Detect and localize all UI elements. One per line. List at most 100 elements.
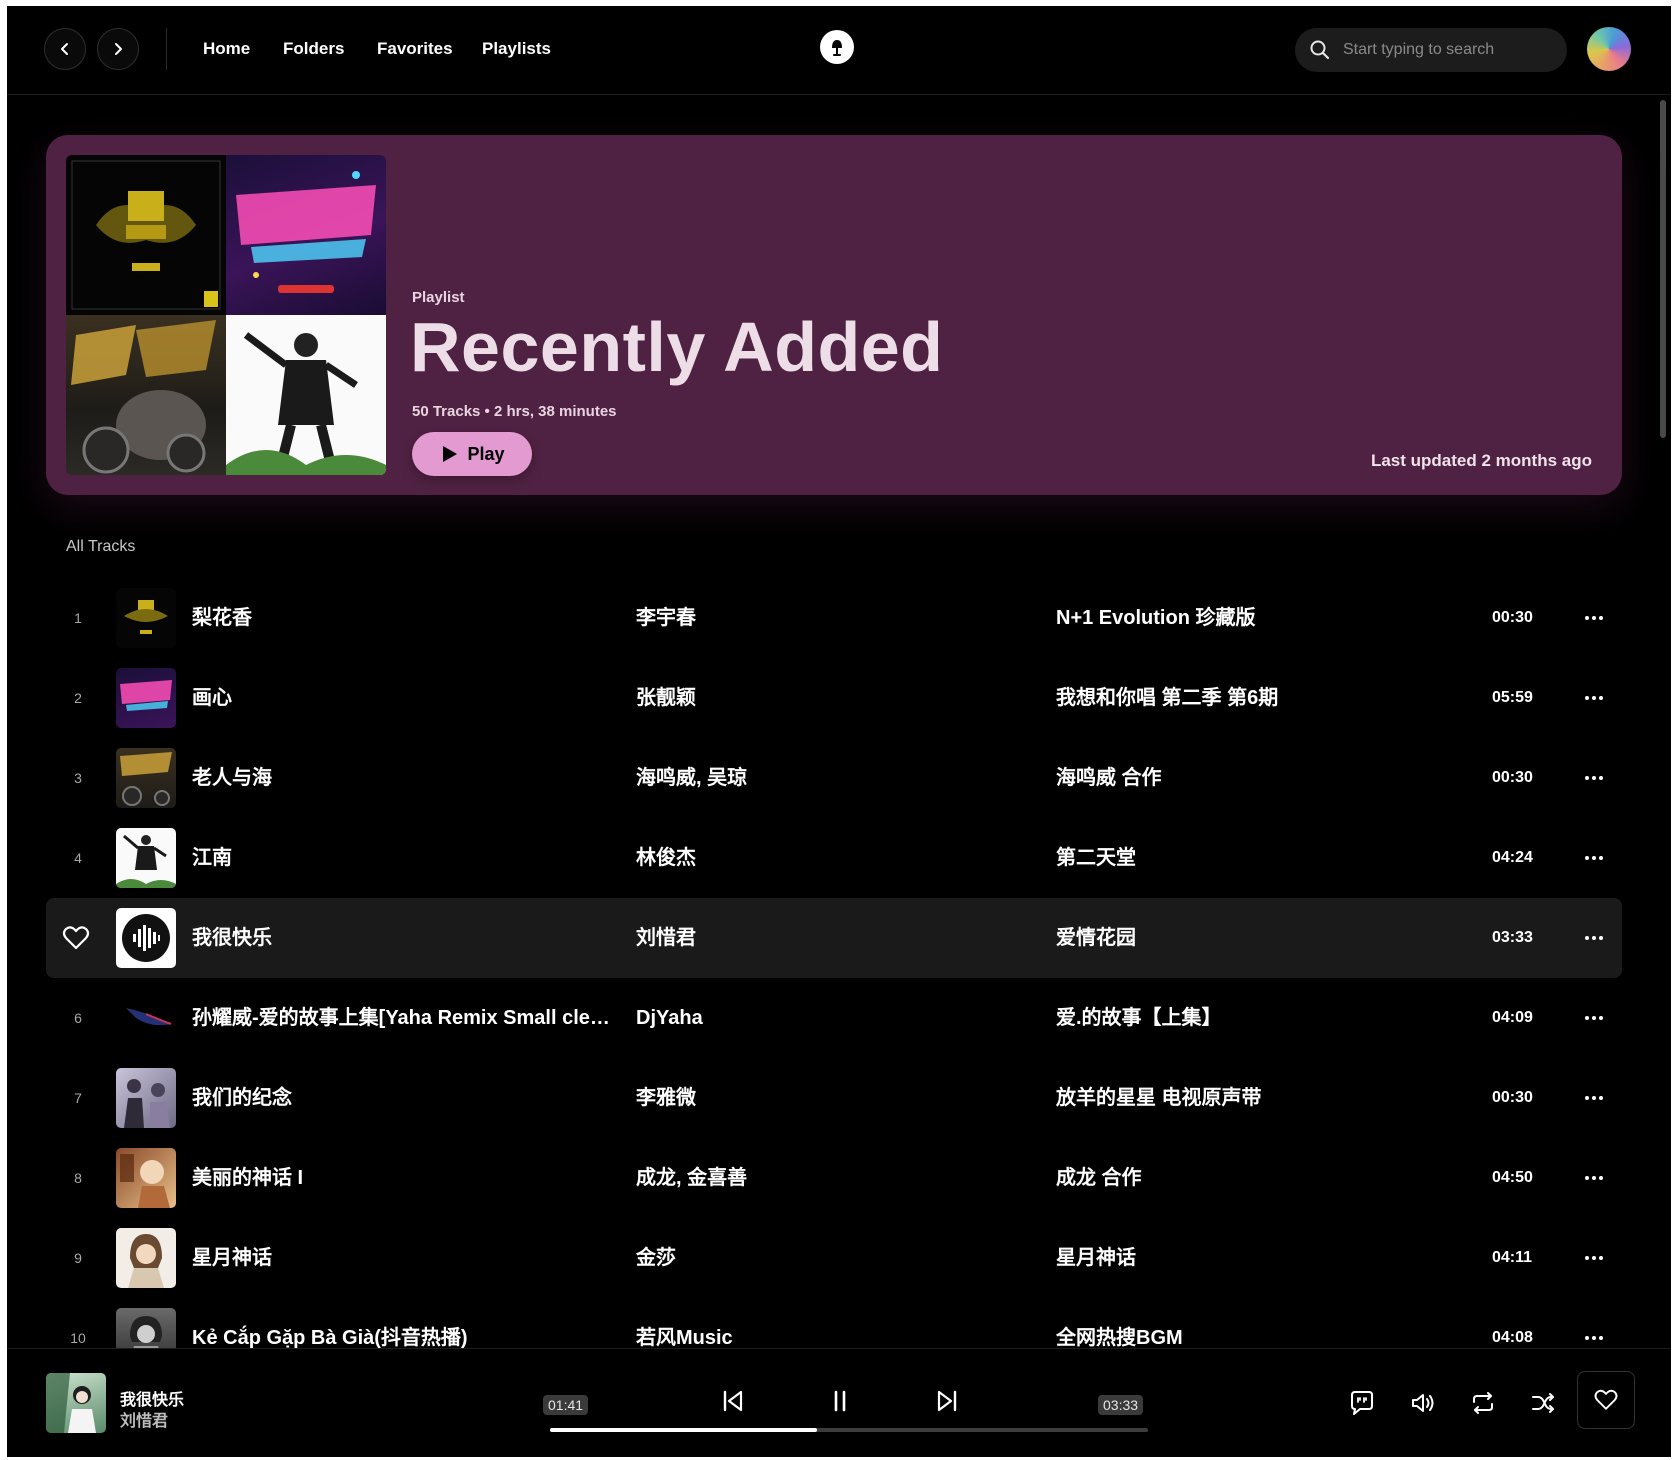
track-album[interactable]: 星月神话 [1056,1218,1136,1298]
more-options-icon[interactable] [1584,1329,1604,1347]
track-artist[interactable]: 张靓颖 [636,658,696,738]
search-icon [1310,40,1330,60]
nav-home[interactable]: Home [203,39,250,59]
track-album[interactable]: 成龙 合作 [1056,1138,1142,1218]
next-button[interactable] [929,1383,965,1419]
more-options-icon[interactable] [1584,1249,1604,1267]
repeat-button[interactable] [1467,1387,1499,1419]
track-duration: 05:59 [1492,689,1533,706]
track-number: 8 [74,1170,82,1186]
track-thumbnail [116,588,176,648]
last-updated: Last updated 2 months ago [1370,451,1592,470]
track-artist[interactable]: 成龙, 金喜善 [636,1138,747,1218]
shuffle-button[interactable] [1527,1387,1559,1419]
back-button[interactable] [44,28,86,70]
track-album[interactable]: 我想和你唱 第二季 第6期 [1056,658,1278,738]
play-icon [443,446,458,462]
track-artist[interactable]: 林俊杰 [636,818,696,898]
more-options-icon[interactable] [1584,929,1604,947]
track-thumbnail [116,828,176,888]
track-title[interactable]: 我很快乐 [192,898,612,978]
nav-folders[interactable]: Folders [283,39,344,59]
play-button[interactable]: Play [412,432,532,476]
track-title[interactable]: 梨花香 [192,578,612,658]
heart-icon[interactable] [60,922,92,954]
track-album[interactable]: 第二天堂 [1056,818,1136,898]
play-button-label: Play [467,443,505,464]
more-options-icon[interactable] [1584,1009,1604,1027]
track-thumbnail [116,1228,176,1288]
app-window: Home Folders Favorites Playlists Start t… [7,6,1671,1457]
cover-art-4 [226,315,386,475]
playlist-cover-mosaic [66,155,386,475]
track-row[interactable]: 2 画心 张靓颖 我想和你唱 第二季 第6期 05:59 [46,658,1622,738]
app-logo[interactable] [820,30,854,64]
track-row[interactable]: 6 孙耀威-爱的故事上集[Yaha Remix Small clear v...… [46,978,1622,1058]
track-title[interactable]: 江南 [192,818,612,898]
track-album[interactable]: 爱情花园 [1056,898,1136,978]
track-duration: 00:30 [1492,609,1533,626]
track-title[interactable]: 老人与海 [192,738,612,818]
more-options-icon[interactable] [1584,1089,1604,1107]
track-album[interactable]: N+1 Evolution 珍藏版 [1056,578,1255,658]
track-artist[interactable]: DjYaha [636,978,703,1058]
top-bar: Home Folders Favorites Playlists [7,6,1671,95]
track-artist[interactable]: 海鸣威, 吴琼 [636,738,747,818]
playlist-type-label: Playlist [412,289,465,306]
search-input[interactable] [1341,40,1555,60]
more-options-icon[interactable] [1584,1169,1604,1187]
search-bar[interactable] [1295,28,1567,72]
track-row[interactable]: 8 美丽的神话 I 成龙, 金喜善 成龙 合作 04:50 [46,1138,1622,1218]
track-album[interactable]: 放羊的星星 电视原声带 [1056,1058,1262,1138]
track-thumbnail [116,988,176,1048]
more-options-icon[interactable] [1584,689,1604,707]
track-row[interactable]: 1 梨花香 李宇春 N+1 Evolution 珍藏版 00:30 [46,578,1622,658]
now-playing-artist[interactable]: 刘惜君 [120,1407,168,1431]
user-avatar[interactable] [1587,27,1631,71]
track-album[interactable]: 爱.的故事【上集】 [1056,978,1222,1058]
scrollbar-thumb[interactable] [1660,100,1666,438]
track-thumbnail [116,748,176,808]
progress-bar[interactable] [550,1428,1148,1432]
favorite-button[interactable] [1577,1371,1635,1429]
forward-button[interactable] [97,28,139,70]
now-playing-thumbnail[interactable] [46,1373,106,1433]
more-options-icon[interactable] [1584,769,1604,787]
track-artist[interactable]: 李宇春 [636,578,696,658]
track-title[interactable]: 美丽的神话 I [192,1138,612,1218]
more-options-icon[interactable] [1584,609,1604,627]
track-row[interactable]: 9 星月神话 金莎 星月神话 04:11 [46,1218,1622,1298]
track-number: 1 [74,610,82,626]
track-artist[interactable]: 刘惜君 [636,898,696,978]
pause-button[interactable] [822,1383,858,1419]
nav-playlists[interactable]: Playlists [482,39,551,59]
track-number: 6 [74,1010,82,1026]
track-duration: 04:11 [1492,1249,1533,1266]
track-number: 7 [74,1090,82,1106]
track-number: 2 [74,690,82,706]
track-title[interactable]: 星月神话 [192,1218,612,1298]
track-artist[interactable]: 金莎 [636,1218,676,1298]
nav-favorites[interactable]: Favorites [377,39,453,59]
cover-art-1 [66,155,226,315]
volume-icon [1412,1394,1434,1412]
track-row[interactable]: 4 江南 林俊杰 第二天堂 04:24 [46,818,1622,898]
chevron-right-icon [115,43,122,55]
track-title[interactable]: 孙耀威-爱的故事上集[Yaha Remix Small clear v... [192,978,612,1058]
skip-next-icon [937,1390,957,1412]
track-row[interactable]: 3 老人与海 海鸣威, 吴琼 海鸣威 合作 00:30 [46,738,1622,818]
volume-button[interactable] [1407,1387,1439,1419]
cover-art-2 [226,155,386,315]
section-label: All Tracks [66,538,136,555]
track-title[interactable]: 画心 [192,658,612,738]
track-row-active[interactable]: 我很快乐 刘惜君 爱情花园 03:33 [46,898,1622,978]
track-album[interactable]: 海鸣威 合作 [1056,738,1162,818]
playlist-hero: Playlist Recently Added 50 Tracks • 2 hr… [46,135,1622,495]
track-duration: 03:33 [1492,929,1533,946]
track-artist[interactable]: 李雅微 [636,1058,696,1138]
previous-button[interactable] [715,1383,751,1419]
track-title[interactable]: 我们的纪念 [192,1058,612,1138]
lyrics-button[interactable] [1346,1387,1378,1419]
track-row[interactable]: 7 我们的纪念 李雅微 放羊的星星 电视原声带 00:30 [46,1058,1622,1138]
more-options-icon[interactable] [1584,849,1604,867]
